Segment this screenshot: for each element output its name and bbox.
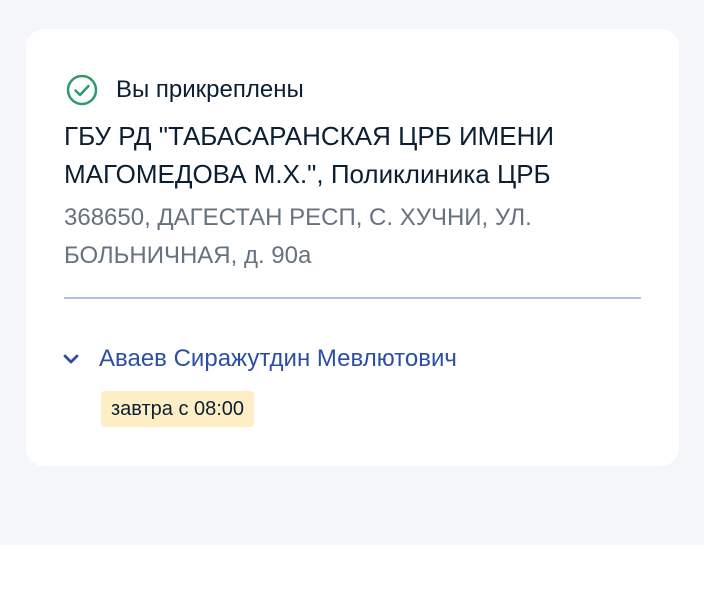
doctor-toggle[interactable]: Аваев Сиражутдин Мевлютович: [62, 342, 457, 376]
clinic-address: 368650, ДАГЕСТАН РЕСП, С. ХУЧНИ, УЛ. БОЛ…: [64, 204, 532, 269]
attachment-status: Вы прикреплены: [66, 74, 304, 106]
check-circle-icon: [66, 74, 98, 106]
clinic-name: ГБУ РД "ТАБАСАРАНСКАЯ ЦРБ ИМЕНИ МАГОМЕДО…: [64, 121, 555, 189]
doctor-name-link[interactable]: Аваев Сиражутдин Мевлютович: [99, 342, 457, 376]
attachment-status-label: Вы прикреплены: [116, 76, 304, 103]
attachment-card: Вы прикреплены ГБУ РД "ТАБАСАРАНСКАЯ ЦРБ…: [26, 29, 679, 466]
divider: [64, 297, 641, 299]
chevron-down-icon: [63, 354, 79, 364]
availability-badge: завтра с 08:00: [101, 391, 255, 427]
